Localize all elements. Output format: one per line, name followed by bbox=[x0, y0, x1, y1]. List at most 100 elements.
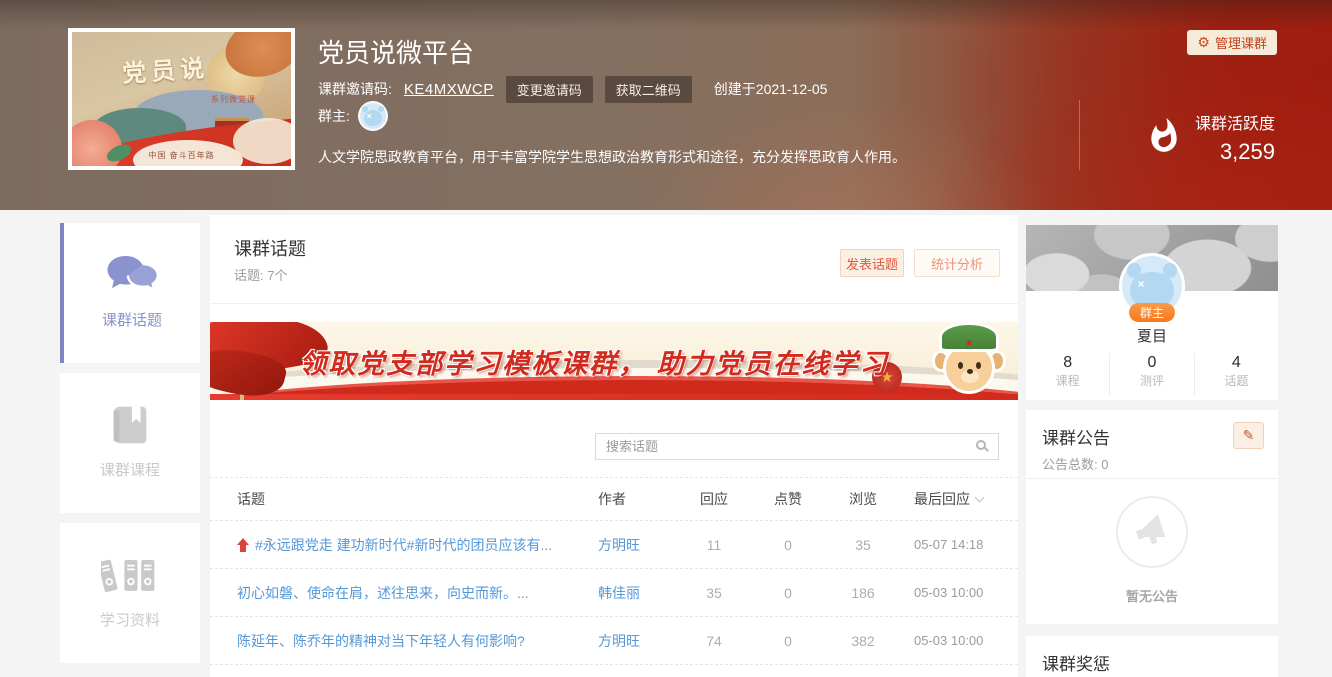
topic-title-link[interactable]: 初心如磐、使命在肩，述往思来，向史而新。... bbox=[237, 583, 529, 603]
activity-label: 课群活跃度 bbox=[1195, 113, 1275, 137]
bear-eye-shape: × bbox=[367, 112, 372, 121]
topic-title-link[interactable]: #永远跟党走 建功新时代#新时代的团员应该有... bbox=[255, 535, 552, 555]
mascot-dog-icon: ★ bbox=[932, 322, 1006, 398]
stat-courses[interactable]: 8 课程 bbox=[1026, 353, 1109, 395]
last-reply-time: 05-07 14:18 bbox=[900, 537, 1018, 552]
cover-subtitle: 系列微党课 bbox=[211, 94, 256, 105]
topics-section-title: 课群话题 bbox=[234, 235, 306, 261]
mascot-eye-shape bbox=[976, 362, 981, 369]
replies-count: 11 bbox=[678, 537, 750, 553]
publish-topic-button[interactable]: 发表话题 bbox=[840, 249, 904, 277]
table-row: 陈延年、陈乔年的精神对当下年轻人有何影响? 方明旺 74 0 382 05-03… bbox=[210, 617, 1018, 665]
group-description: 人文学院思政教育平台，用于丰富学院学生思想政治教育形式和途径，充分发挥思政育人作… bbox=[318, 147, 906, 167]
owner-avatar[interactable]: × bbox=[358, 101, 388, 131]
stat-label: 测评 bbox=[1110, 373, 1193, 389]
section-divider bbox=[210, 303, 1018, 304]
promo-banner[interactable]: ★ 领取党支部学习模板课群， 助力党员在线学习 ★ bbox=[210, 322, 1018, 400]
topics-table: 话题 作者 回应 点赞 浏览 最后回应 #永远跟党走 建功新时代#新时代的团员应… bbox=[210, 477, 1018, 665]
likes-count: 0 bbox=[750, 585, 826, 601]
col-header-likes: 点赞 bbox=[750, 489, 826, 509]
invite-code-link[interactable]: KE4MXWCP bbox=[404, 81, 494, 98]
activity-value: 3,259 bbox=[1195, 137, 1275, 167]
col-header-last-reply-label: 最后回应 bbox=[914, 489, 970, 509]
sidebar-item-label: 课群课程 bbox=[100, 459, 160, 480]
search-input[interactable] bbox=[596, 434, 998, 459]
mascot-helmet-shape: ★ bbox=[939, 322, 999, 352]
red-star-icon: ★ bbox=[965, 339, 974, 349]
topics-count: 话题: 7个 bbox=[234, 265, 287, 284]
author-link[interactable]: 韩佳丽 bbox=[598, 585, 640, 601]
sidebar-item-label: 课群话题 bbox=[102, 309, 162, 330]
profile-stats-row: 8 课程 0 测评 4 话题 bbox=[1026, 353, 1278, 395]
banner-slogan: 领取党支部学习模板课群， 助力党员在线学习 bbox=[296, 342, 892, 381]
table-row: 初心如磐、使命在肩，述往思来，向史而新。... 韩佳丽 35 0 186 05-… bbox=[210, 569, 1018, 617]
sidebar-item-materials[interactable]: 学习资料 bbox=[60, 523, 200, 663]
binders-icon bbox=[101, 549, 159, 601]
activity-block: 课群活跃度 3,259 bbox=[1195, 113, 1275, 167]
sidebar-item-courses[interactable]: 课群课程 bbox=[60, 373, 200, 513]
likes-count: 0 bbox=[750, 633, 826, 649]
topics-panel: 课群话题 话题: 7个 发表话题 统计分析 ★ 领取党支部学习模板课群， 助力党… bbox=[210, 215, 1018, 677]
author-link[interactable]: 方明旺 bbox=[598, 633, 640, 649]
mascot-nose-shape bbox=[967, 369, 973, 374]
group-header: 党员说 系列微党课 中国 奋斗百年路 党员说微平台 课群邀请码: KE4MXWC… bbox=[0, 0, 1332, 210]
created-date: 创建于2021-12-05 bbox=[714, 79, 828, 99]
search-icon[interactable] bbox=[976, 440, 986, 450]
cover-title: 党员说 bbox=[121, 48, 210, 89]
sidebar-item-topics[interactable]: 课群话题 bbox=[60, 223, 200, 363]
views-count: 382 bbox=[826, 633, 900, 649]
get-qr-code-button[interactable]: 获取二维码 bbox=[605, 76, 692, 103]
pinned-icon bbox=[237, 538, 249, 552]
page-title: 党员说微平台 bbox=[318, 33, 474, 70]
bear-eye-shape: × bbox=[1138, 278, 1145, 290]
gear-icon: ⚙ bbox=[1197, 34, 1210, 51]
col-header-author: 作者 bbox=[598, 489, 678, 509]
stat-value: 4 bbox=[1195, 353, 1278, 373]
table-row: #永远跟党走 建功新时代#新时代的团员应该有... 方明旺 11 0 35 05… bbox=[210, 521, 1018, 569]
stat-label: 话题 bbox=[1195, 373, 1278, 389]
chat-bubbles-icon bbox=[103, 249, 161, 301]
owner-row: 群主: × bbox=[318, 101, 388, 131]
rewards-title: 课群奖惩 bbox=[1042, 650, 1110, 675]
edit-icon: ✎ bbox=[1243, 427, 1255, 444]
mascot-eye-shape bbox=[958, 362, 963, 369]
col-header-last-reply[interactable]: 最后回应 bbox=[900, 489, 1018, 509]
owner-name: 夏目 bbox=[1026, 325, 1278, 346]
cover-illustration: 党员说 系列微党课 中国 奋斗百年路 bbox=[72, 32, 291, 166]
replies-count: 35 bbox=[678, 585, 750, 601]
likes-count: 0 bbox=[750, 537, 826, 553]
invite-row: 课群邀请码: KE4MXWCP 变更邀请码 获取二维码 创建于2021-12-0… bbox=[318, 76, 827, 102]
group-cover-image: 党员说 系列微党课 中国 奋斗百年路 bbox=[68, 28, 295, 170]
author-link[interactable]: 方明旺 bbox=[598, 537, 640, 553]
statistics-button[interactable]: 统计分析 bbox=[914, 249, 1000, 277]
stat-value: 0 bbox=[1110, 353, 1193, 373]
stat-topics[interactable]: 4 话题 bbox=[1194, 353, 1278, 395]
col-header-views: 浏览 bbox=[826, 489, 900, 509]
announcements-card: 课群公告 ✎ 公告总数: 0 暂无公告 bbox=[1026, 410, 1278, 624]
stat-label: 课程 bbox=[1026, 373, 1109, 389]
col-header-replies: 回应 bbox=[678, 489, 750, 509]
views-count: 186 bbox=[826, 585, 900, 601]
change-invite-code-button[interactable]: 变更邀请码 bbox=[506, 76, 593, 103]
owner-profile-card: × 群主 夏目 8 课程 0 测评 4 话题 bbox=[1026, 225, 1278, 400]
chevron-down-icon bbox=[975, 492, 985, 502]
col-header-topic: 话题 bbox=[210, 489, 598, 509]
manage-group-label: 管理课群 bbox=[1215, 33, 1267, 52]
invite-code-label: 课群邀请码: bbox=[318, 79, 392, 99]
announcements-title: 课群公告 bbox=[1042, 424, 1110, 449]
book-icon bbox=[107, 399, 153, 451]
stat-assessments[interactable]: 0 测评 bbox=[1109, 353, 1193, 395]
banner-strip-shape bbox=[210, 394, 1018, 400]
manage-group-button[interactable]: ⚙ 管理课群 bbox=[1187, 30, 1277, 55]
section-divider bbox=[1026, 478, 1278, 479]
replies-count: 74 bbox=[678, 633, 750, 649]
topic-title-link[interactable]: 陈延年、陈乔年的精神对当下年轻人有何影响? bbox=[237, 631, 525, 651]
table-header-row: 话题 作者 回应 点赞 浏览 最后回应 bbox=[210, 477, 1018, 521]
rewards-card: 课群奖惩 bbox=[1026, 636, 1278, 677]
megaphone-icon bbox=[1116, 496, 1188, 568]
last-reply-time: 05-03 10:00 bbox=[900, 633, 1018, 648]
edit-announcement-button[interactable]: ✎ bbox=[1233, 422, 1264, 449]
stat-value: 8 bbox=[1026, 353, 1109, 373]
last-reply-time: 05-03 10:00 bbox=[900, 585, 1018, 600]
no-announcements-text: 暂无公告 bbox=[1026, 586, 1278, 605]
